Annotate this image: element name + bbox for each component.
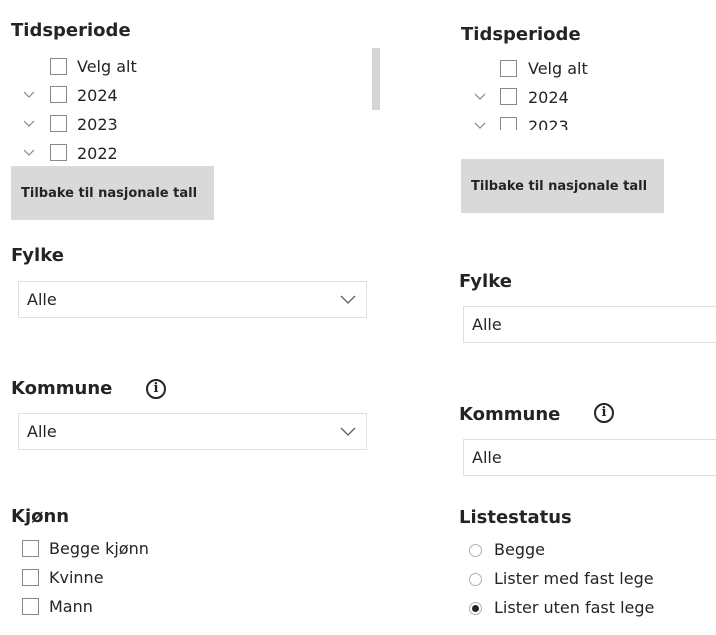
- right-tidsperiode-list[interactable]: Velg alt 2024 2023: [450, 52, 716, 130]
- kommune-value: Alle: [27, 422, 57, 441]
- radio-button[interactable]: [469, 544, 482, 557]
- radio-label[interactable]: Begge: [494, 540, 545, 559]
- chevron-down-icon: [340, 427, 356, 436]
- list-item-label[interactable]: 2024: [77, 86, 118, 105]
- list-item-label[interactable]: 2024: [528, 88, 569, 107]
- list-item-label[interactable]: 2023: [528, 117, 569, 130]
- radio-button[interactable]: [469, 573, 482, 586]
- checkbox[interactable]: [500, 60, 517, 77]
- left-tidsperiode-list[interactable]: Velg alt 2024 2023 2022: [0, 48, 385, 163]
- kommune-dropdown[interactable]: Alle: [463, 439, 716, 476]
- checkbox[interactable]: [22, 569, 39, 586]
- info-icon[interactable]: i: [594, 403, 614, 423]
- chevron-down-icon: [340, 295, 356, 304]
- right-kommune-title: Kommune: [459, 404, 561, 425]
- chevron-down-icon[interactable]: [23, 120, 35, 128]
- back-to-national-button[interactable]: Tilbake til nasjonale tall: [11, 166, 214, 220]
- right-fylke-title: Fylke: [459, 271, 512, 292]
- list-item-label[interactable]: 2022: [77, 144, 118, 163]
- left-kjonn-title: Kjønn: [11, 506, 70, 527]
- right-tidsperiode-title: Tidsperiode: [461, 24, 581, 45]
- info-icon[interactable]: i: [146, 379, 166, 399]
- chevron-down-icon[interactable]: [23, 149, 35, 157]
- checkbox[interactable]: [22, 598, 39, 615]
- checkbox[interactable]: [22, 540, 39, 557]
- right-listestatus-title: Listestatus: [459, 507, 572, 528]
- back-to-national-button[interactable]: Tilbake til nasjonale tall: [461, 159, 664, 213]
- left-fylke-title: Fylke: [11, 245, 64, 266]
- kommune-value: Alle: [472, 448, 502, 467]
- radio-label[interactable]: Lister uten fast lege: [494, 598, 654, 617]
- chevron-down-icon[interactable]: [23, 91, 35, 99]
- fylke-dropdown[interactable]: Alle: [18, 281, 367, 318]
- checkbox[interactable]: [50, 115, 67, 132]
- list-item-label[interactable]: Velg alt: [528, 59, 588, 78]
- fylke-dropdown[interactable]: Alle: [463, 306, 716, 343]
- kommune-dropdown[interactable]: Alle: [18, 413, 367, 450]
- left-kommune-title: Kommune: [11, 378, 113, 399]
- chevron-down-icon[interactable]: [474, 93, 486, 101]
- fylke-value: Alle: [472, 315, 502, 334]
- left-tidsperiode-title: Tidsperiode: [11, 20, 131, 41]
- checkbox[interactable]: [50, 58, 67, 75]
- list-item-label[interactable]: Kvinne: [49, 568, 104, 587]
- list-item-label[interactable]: 2023: [77, 115, 118, 134]
- list-item-label[interactable]: Begge kjønn: [49, 539, 149, 558]
- checkbox[interactable]: [500, 88, 517, 105]
- radio-label[interactable]: Lister med fast lege: [494, 569, 654, 588]
- list-item-label[interactable]: Velg alt: [77, 57, 137, 76]
- chevron-down-icon[interactable]: [474, 122, 486, 130]
- fylke-value: Alle: [27, 290, 57, 309]
- radio-button-selected[interactable]: [469, 602, 482, 615]
- checkbox[interactable]: [50, 144, 67, 161]
- list-item-label[interactable]: Mann: [49, 597, 93, 616]
- checkbox[interactable]: [500, 117, 517, 130]
- scrollbar-thumb[interactable]: [372, 48, 380, 110]
- checkbox[interactable]: [50, 86, 67, 103]
